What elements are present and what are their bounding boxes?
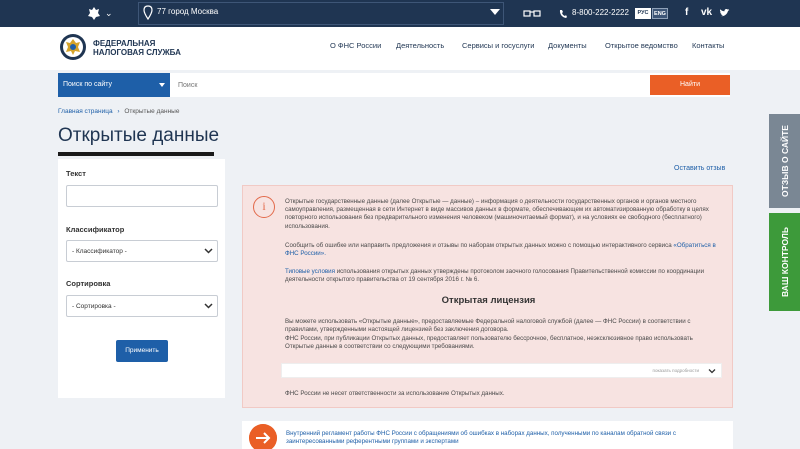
license-title: Открытая лицензия <box>441 295 536 306</box>
page-title: Открытые данные <box>58 125 220 146</box>
facebook-icon[interactable]: f <box>685 7 688 18</box>
info-paragraph-terms: Типовые условия использования открытых д… <box>285 268 717 284</box>
search-bar: Поиск по сайту Найти <box>58 73 730 97</box>
your-control-tab-label: ВАШ КОНТРОЛЬ <box>779 227 790 297</box>
sort-label: Сортировка <box>66 279 111 288</box>
search-button[interactable]: Найти <box>650 75 730 95</box>
chevron-down-icon <box>204 248 213 254</box>
dropdown-arrow-icon[interactable] <box>490 9 500 15</box>
classifier-select[interactable]: - Классификатор - <box>66 240 218 262</box>
apply-button[interactable]: Применить <box>116 340 168 362</box>
title-underline <box>58 152 214 156</box>
site-name[interactable]: ФЕДЕРАЛЬНАЯ НАЛОГОВАЯ СЛУЖБА <box>93 39 181 57</box>
info-paragraph-contact: Сообщить об ошибке или направить предлож… <box>285 242 717 258</box>
sort-select[interactable]: - Сортировка - <box>66 295 218 317</box>
nav-open-agency[interactable]: Открытое ведомство <box>605 41 678 50</box>
hotline-phone[interactable]: 8-800-222-2222 <box>572 8 629 17</box>
site-name-line2: НАЛОГОВАЯ СЛУЖБА <box>93 48 181 57</box>
chevron-down-icon <box>204 303 213 309</box>
nav-contacts[interactable]: Контакты <box>692 41 724 50</box>
classifier-value: - Классификатор - <box>72 248 127 255</box>
twitter-icon[interactable] <box>719 8 730 18</box>
lang-ru-button[interactable]: РУС <box>635 8 651 19</box>
regulation-link[interactable]: Внутренний регламент работы ФНС России с… <box>286 430 716 446</box>
open-data-info-box: i Открытые государственные данные (далее… <box>242 185 733 408</box>
nav-services[interactable]: Сервисы и госуслуги <box>462 41 534 50</box>
contact-text: Сообщить об ошибке или направить предлож… <box>285 242 672 249</box>
search-input[interactable] <box>170 73 640 97</box>
search-scope-select[interactable]: Поиск по сайту <box>58 73 170 97</box>
site-name-line1: ФЕДЕРАЛЬНАЯ <box>93 39 156 48</box>
search-scope-label: Поиск по сайту <box>63 81 113 88</box>
top-bar: ⌄ 77 город Москва 8-800-222-2222 РУС ENG… <box>0 0 800 27</box>
license-paragraph-rights: ФНС России, при публикации Открытых данн… <box>285 335 693 351</box>
info-icon: i <box>253 196 275 218</box>
sort-value: - Сортировка - <box>72 303 116 310</box>
nav-activity[interactable]: Деятельность <box>396 41 444 50</box>
site-feedback-tab[interactable]: ОТЗЫВ О САЙТЕ <box>769 114 800 208</box>
emblem-icon[interactable] <box>87 6 101 21</box>
chevron-right-icon: › <box>117 108 120 115</box>
regulation-item[interactable]: Внутренний регламент работы ФНС России с… <box>242 421 733 449</box>
license-paragraph-use: Вы можете использовать «Открытые данные»… <box>285 318 691 334</box>
standard-terms-link[interactable]: Типовые условия <box>285 268 335 275</box>
leave-feedback-link[interactable]: Оставить отзыв <box>674 165 725 172</box>
classifier-label: Классификатор <box>66 225 125 234</box>
fns-logo-icon[interactable] <box>58 32 88 62</box>
disclaimer-text: ФНС России не несет ответственности за и… <box>285 390 505 397</box>
license-details-toggle[interactable]: показать подробности <box>281 363 722 378</box>
terms-text: использования открытых данных утверждены… <box>285 268 705 284</box>
breadcrumb-home[interactable]: Главная страница <box>58 108 113 115</box>
nav-documents[interactable]: Документы <box>548 41 587 50</box>
show-details-hint: показать подробности <box>652 368 699 373</box>
breadcrumb-current: Открытые данные <box>124 108 180 115</box>
region-label: 77 город Москва <box>157 7 219 16</box>
site-feedback-tab-label: ОТЗЫВ О САЙТЕ <box>779 125 790 197</box>
filter-panel: Текст Классификатор - Классификатор - Со… <box>58 159 225 398</box>
phone-icon <box>559 10 567 18</box>
chevron-down-icon <box>708 369 716 374</box>
nav-about[interactable]: О ФНС России <box>330 41 381 50</box>
lang-en-button[interactable]: ENG <box>652 8 668 19</box>
text-filter-input[interactable] <box>66 185 218 207</box>
location-pin-icon <box>143 5 153 20</box>
your-control-tab[interactable]: ВАШ КОНТРОЛЬ <box>769 213 800 311</box>
text-filter-label: Текст <box>66 169 86 178</box>
vk-icon[interactable]: vk <box>701 7 712 18</box>
chevron-down-icon <box>159 83 165 87</box>
site-header: ФЕДЕРАЛЬНАЯ НАЛОГОВАЯ СЛУЖБА О ФНС Росси… <box>0 27 800 70</box>
info-paragraph-definition: Открытые государственные данные (далее О… <box>285 198 709 230</box>
breadcrumb: Главная страница › Открытые данные <box>58 108 179 115</box>
chevron-down-icon[interactable]: ⌄ <box>105 8 113 19</box>
accessibility-glasses-icon[interactable] <box>523 9 541 18</box>
arrow-right-icon <box>249 424 277 449</box>
